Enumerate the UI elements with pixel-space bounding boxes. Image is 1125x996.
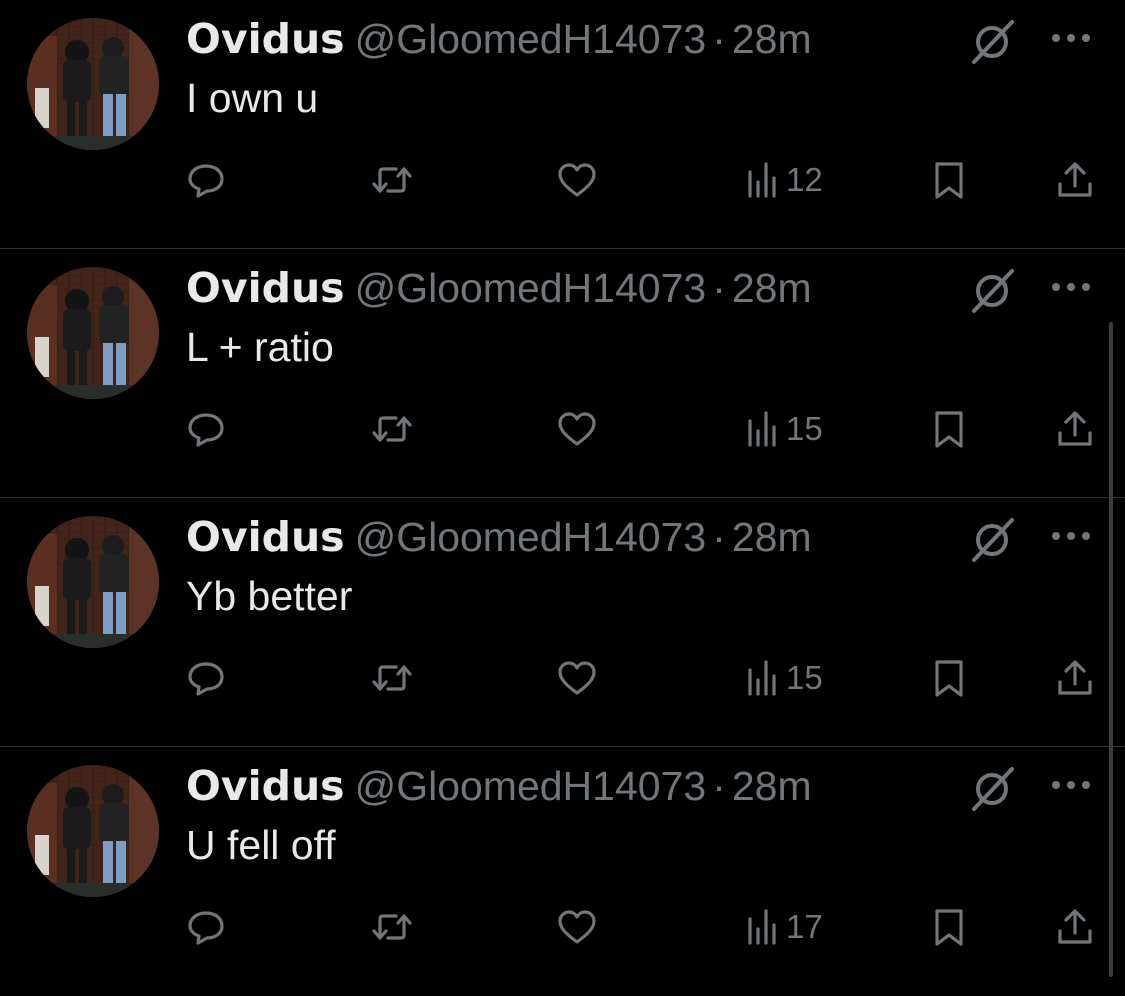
tweet[interactable]: Ovidus @GloomedH14073 · 28m L + ratio 15 — [0, 249, 1125, 498]
reply-button[interactable] — [186, 658, 226, 698]
separator-dot: · — [712, 763, 726, 809]
tweet-header: Ovidus @GloomedH14073 · 28m — [186, 263, 812, 313]
like-button[interactable] — [556, 160, 598, 200]
heart-icon — [558, 412, 596, 446]
more-icon[interactable] — [1048, 28, 1094, 48]
author-name[interactable]: Ovidus — [186, 762, 345, 810]
heart-icon — [558, 661, 596, 695]
tweet-text: I own u — [186, 75, 319, 121]
more-icon[interactable] — [1048, 775, 1094, 795]
tweet-actions: 15 — [0, 401, 1125, 457]
views-button[interactable]: 17 — [746, 907, 823, 947]
tweet-actions: 15 — [0, 650, 1125, 706]
reply-icon — [188, 164, 224, 198]
grok-icon[interactable] — [968, 18, 1016, 66]
share-button[interactable] — [1055, 160, 1095, 200]
bookmark-icon — [935, 660, 963, 697]
reply-button[interactable] — [186, 907, 226, 947]
bookmark-button[interactable] — [932, 409, 966, 449]
grok-icon[interactable] — [968, 267, 1016, 315]
tweet-actions: 17 — [0, 899, 1125, 955]
avatar[interactable] — [27, 765, 159, 897]
tweet-header: Ovidus @GloomedH14073 · 28m — [186, 14, 812, 64]
share-icon — [1058, 660, 1092, 695]
author-handle[interactable]: @GloomedH14073 — [355, 16, 707, 62]
tweet[interactable]: Ovidus @GloomedH14073 · 28m U fell off 1… — [0, 747, 1125, 996]
retweet-icon — [372, 167, 412, 193]
author-handle[interactable]: @GloomedH14073 — [355, 763, 707, 809]
retweet-icon — [372, 914, 412, 940]
avatar[interactable] — [27, 18, 159, 150]
retweet-button[interactable] — [370, 409, 414, 449]
tweet[interactable]: Ovidus @GloomedH14073 · 28m Yb better 15 — [0, 498, 1125, 747]
scrollbar[interactable] — [1109, 322, 1113, 977]
retweet-button[interactable] — [370, 907, 414, 947]
like-button[interactable] — [556, 907, 598, 947]
author-handle[interactable]: @GloomedH14073 — [355, 514, 707, 560]
share-button[interactable] — [1055, 907, 1095, 947]
separator-dot: · — [712, 265, 726, 311]
retweet-button[interactable] — [370, 658, 414, 698]
grok-icon[interactable] — [968, 765, 1016, 813]
separator-dot: · — [712, 514, 726, 560]
retweet-button[interactable] — [370, 160, 414, 200]
views-button[interactable]: 15 — [746, 409, 823, 449]
like-button[interactable] — [556, 409, 598, 449]
heart-icon — [558, 163, 596, 197]
views-button[interactable]: 12 — [746, 160, 823, 200]
share-icon — [1058, 162, 1092, 197]
like-button[interactable] — [556, 658, 598, 698]
views-count: 15 — [786, 659, 823, 696]
views-chart-icon — [748, 909, 776, 945]
bookmark-icon — [935, 909, 963, 946]
bookmark-icon — [935, 162, 963, 199]
tweet-timestamp[interactable]: 28m — [732, 763, 812, 809]
tweet[interactable]: Ovidus @GloomedH14073 · 28m I own u 12 — [0, 0, 1125, 249]
tweet-header: Ovidus @GloomedH14073 · 28m — [186, 512, 812, 562]
tweet-header: Ovidus @GloomedH14073 · 28m — [186, 761, 812, 811]
views-chart-icon — [748, 660, 776, 696]
bookmark-button[interactable] — [932, 907, 966, 947]
reply-icon — [188, 911, 224, 945]
views-count: 12 — [786, 161, 823, 198]
tweet-text: Yb better — [186, 573, 353, 619]
share-button[interactable] — [1055, 658, 1095, 698]
views-chart-icon — [748, 411, 776, 447]
more-icon[interactable] — [1048, 526, 1094, 546]
reply-icon — [188, 662, 224, 696]
tweet-timestamp[interactable]: 28m — [732, 514, 812, 560]
tweet-timestamp[interactable]: 28m — [732, 265, 812, 311]
views-count: 17 — [786, 908, 823, 945]
grok-icon[interactable] — [968, 516, 1016, 564]
tweet-timestamp[interactable]: 28m — [732, 16, 812, 62]
timeline-feed: Ovidus @GloomedH14073 · 28m I own u 12 O… — [0, 0, 1125, 977]
separator-dot: · — [712, 16, 726, 62]
author-name[interactable]: Ovidus — [186, 264, 345, 312]
reply-button[interactable] — [186, 409, 226, 449]
author-name[interactable]: Ovidus — [186, 15, 345, 63]
retweet-icon — [372, 665, 412, 691]
bookmark-icon — [935, 411, 963, 448]
reply-button[interactable] — [186, 160, 226, 200]
avatar[interactable] — [27, 516, 159, 648]
tweet-text: U fell off — [186, 822, 336, 868]
views-button[interactable]: 15 — [746, 658, 823, 698]
share-icon — [1058, 411, 1092, 446]
more-icon[interactable] — [1048, 277, 1094, 297]
tweet-actions: 12 — [0, 152, 1125, 208]
views-chart-icon — [748, 162, 776, 198]
author-handle[interactable]: @GloomedH14073 — [355, 265, 707, 311]
bookmark-button[interactable] — [932, 658, 966, 698]
avatar[interactable] — [27, 267, 159, 399]
views-count: 15 — [786, 410, 823, 447]
reply-icon — [188, 413, 224, 447]
tweet-text: L + ratio — [186, 324, 334, 370]
bookmark-button[interactable] — [932, 160, 966, 200]
retweet-icon — [372, 416, 412, 442]
author-name[interactable]: Ovidus — [186, 513, 345, 561]
share-button[interactable] — [1055, 409, 1095, 449]
heart-icon — [558, 910, 596, 944]
share-icon — [1058, 909, 1092, 944]
